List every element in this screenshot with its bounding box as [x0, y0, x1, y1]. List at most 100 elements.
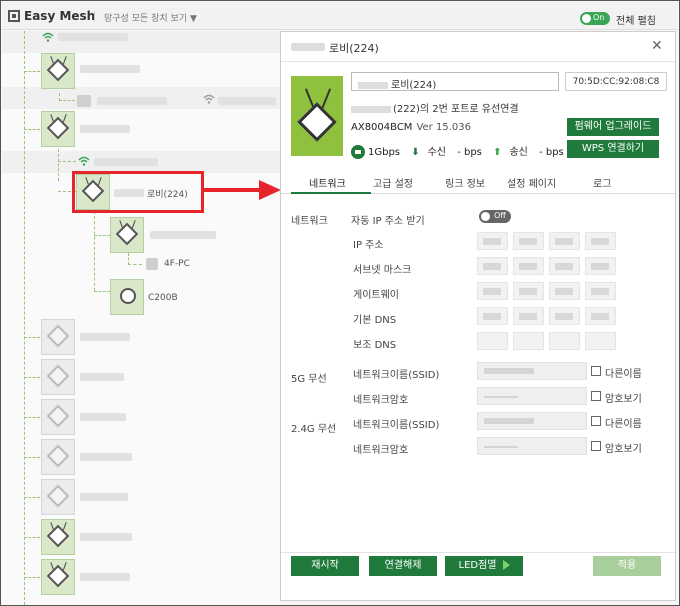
gateway-octet-input[interactable] — [549, 282, 580, 300]
ip-octet-input[interactable] — [585, 232, 616, 250]
device-name-value: 로비(224) — [391, 80, 437, 91]
auto-ip-toggle[interactable]: Off — [479, 210, 511, 223]
router-icon — [46, 364, 70, 388]
mesh-node[interactable] — [41, 479, 75, 515]
led-blink-button[interactable]: LED점멸 — [445, 556, 523, 576]
dns1-octet-input[interactable] — [513, 307, 544, 325]
mesh-node[interactable] — [41, 519, 75, 555]
tree-item-label-blurred — [80, 533, 132, 541]
blurred-text — [555, 313, 573, 320]
panel-header: 로비(224) ✕ — [281, 32, 675, 62]
tab-link-info[interactable]: 링크 정보 — [445, 175, 485, 190]
router-icon — [46, 404, 70, 428]
tab-settings-page[interactable]: 설정 페이지 — [507, 175, 556, 190]
mesh-node[interactable] — [41, 439, 75, 475]
tree-item-label-blurred — [97, 97, 167, 105]
ip-octet-input[interactable] — [549, 232, 580, 250]
mesh-node[interactable] — [41, 111, 75, 147]
password-24g-label: 네트워크암호 — [353, 445, 409, 456]
app-title: Easy Mesh — [24, 9, 96, 23]
other-name-24g-checkbox[interactable] — [591, 416, 601, 426]
apply-button[interactable]: 적용 — [593, 556, 661, 576]
tree-item-label-blurred — [80, 413, 126, 421]
tree-connector — [94, 235, 110, 236]
show-password-5g-checkbox[interactable] — [591, 391, 601, 401]
close-icon[interactable]: ✕ — [651, 38, 663, 54]
ssid-24g-label: 네트워크이름(SSID) — [353, 420, 440, 431]
tree-connector — [24, 337, 40, 338]
tree-connector — [24, 31, 25, 605]
router-icon — [46, 564, 70, 588]
device-image — [291, 76, 343, 156]
blurred-text — [555, 238, 573, 245]
router-icon — [46, 58, 70, 82]
blurred-text — [358, 81, 388, 89]
dns1-octet-input[interactable] — [477, 307, 508, 325]
expand-all-label: 전체 펼침 — [616, 16, 656, 27]
link-speed: 1Gbps — [368, 147, 401, 158]
subnet-octet-input[interactable] — [585, 257, 616, 275]
dns1-octet-input[interactable] — [549, 307, 580, 325]
tree-item-label-blurred — [218, 97, 276, 105]
toggle-state: On — [593, 13, 605, 22]
tab-advanced[interactable]: 고급 설정 — [373, 175, 413, 190]
ip-octet-input[interactable] — [513, 232, 544, 250]
mesh-node[interactable] — [41, 319, 75, 355]
blurred-text — [484, 418, 534, 424]
router-icon — [46, 324, 70, 348]
subnet-octet-input[interactable] — [513, 257, 544, 275]
ip-octet-input[interactable] — [477, 232, 508, 250]
mesh-node[interactable] — [41, 399, 75, 435]
masked-password — [484, 446, 518, 448]
selection-highlight — [72, 171, 204, 213]
camera-node[interactable] — [110, 279, 144, 315]
tab-network[interactable]: 네트워크 — [309, 175, 346, 190]
gateway-octet-input[interactable] — [513, 282, 544, 300]
tree-item-label-blurred — [80, 333, 130, 341]
subnet-octet-input[interactable] — [549, 257, 580, 275]
panel-title: 로비(224) — [329, 42, 379, 55]
disconnect-button[interactable]: 연결해제 — [369, 556, 437, 576]
show-password-24g-checkbox[interactable] — [591, 441, 601, 451]
mesh-tree[interactable]: 로비(224) 4F-PC C200B — [2, 31, 280, 605]
tree-item-label-blurred — [80, 125, 130, 133]
mesh-node[interactable] — [41, 53, 75, 89]
blurred-text — [483, 238, 501, 245]
blurred-text — [519, 288, 537, 295]
ssid-24g-input[interactable] — [477, 412, 587, 430]
ssid-5g-label: 네트워크이름(SSID) — [353, 370, 440, 381]
dns2-octet-input[interactable] — [585, 332, 616, 350]
dns2-octet-input[interactable] — [513, 332, 544, 350]
password-5g-input[interactable] — [477, 387, 587, 405]
other-name-5g-checkbox[interactable] — [591, 366, 601, 376]
ethernet-icon — [351, 145, 365, 159]
subnet-octet-input[interactable] — [477, 257, 508, 275]
blurred-text — [351, 105, 391, 113]
mesh-node[interactable] — [110, 217, 144, 253]
dns1-octet-input[interactable] — [585, 307, 616, 325]
router-icon — [46, 484, 70, 508]
title-blurred — [291, 43, 325, 51]
expand-toggle[interactable]: On — [580, 12, 610, 25]
callout-arrow-head — [259, 180, 281, 200]
mesh-node[interactable] — [41, 359, 75, 395]
dns2-octet-input[interactable] — [477, 332, 508, 350]
dns2-octet-input[interactable] — [549, 332, 580, 350]
restart-button[interactable]: 재시작 — [291, 556, 359, 576]
model-name: AX8004BCM — [351, 122, 413, 133]
rx-value: - bps — [457, 147, 482, 158]
gateway-octet-input[interactable] — [477, 282, 508, 300]
device-name-input[interactable]: 로비(224) — [351, 72, 559, 91]
view-filter-dropdown[interactable]: 망구성 모든 장치 보기 ▼ — [104, 11, 197, 24]
firmware-upgrade-button[interactable]: 펌웨어 업그레이드 — [567, 118, 659, 136]
ssid-5g-input[interactable] — [477, 362, 587, 380]
mesh-node[interactable] — [41, 559, 75, 595]
section-network: 네트워크 — [291, 216, 328, 227]
gateway-octet-input[interactable] — [585, 282, 616, 300]
app-window: Easy Mesh 망구성 모든 장치 보기 ▼ On 전체 펼침 로비(224… — [0, 0, 680, 606]
password-24g-input[interactable] — [477, 437, 587, 455]
wps-connect-button[interactable]: WPS 연결하기 — [567, 140, 659, 158]
tab-log[interactable]: 로그 — [593, 175, 611, 190]
blurred-text — [519, 313, 537, 320]
subnet-label: 서브넷 마스크 — [353, 265, 412, 276]
